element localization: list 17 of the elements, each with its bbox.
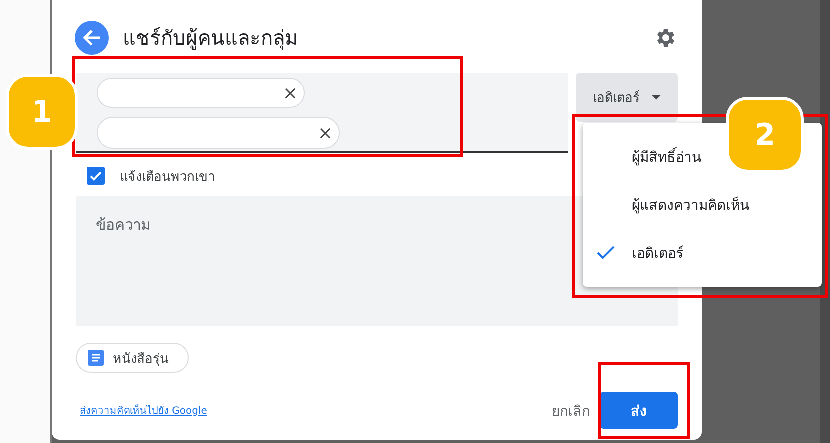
send-button[interactable]: ส่ง [600, 392, 678, 429]
back-icon[interactable] [75, 21, 109, 55]
notify-checkbox[interactable] [87, 167, 105, 185]
attachment-chip[interactable]: หนังสือรุ่น [76, 343, 189, 373]
recipients-field[interactable] [76, 73, 568, 153]
remove-icon[interactable] [320, 128, 331, 138]
role-dropdown[interactable]: เอดิเตอร์ [576, 73, 678, 122]
menu-item[interactable]: ผู้มีสิทธิ์อ่าน [583, 133, 710, 181]
step-badge: 2 [726, 97, 804, 173]
caret-icon [652, 95, 661, 100]
document-icon [88, 350, 104, 366]
feedback-link[interactable]: ส่งความคิดเห็นไปยัง Google [80, 403, 208, 418]
remove-icon[interactable] [285, 88, 296, 98]
cancel-button[interactable]: ยกเลิก [548, 400, 594, 422]
notify-label: แจ้งเตือนพวกเขา [120, 168, 215, 186]
step-badge: 1 [6, 74, 78, 150]
dialog-title: แชร์กับผู้คนและกลุ่ม [123, 25, 298, 52]
